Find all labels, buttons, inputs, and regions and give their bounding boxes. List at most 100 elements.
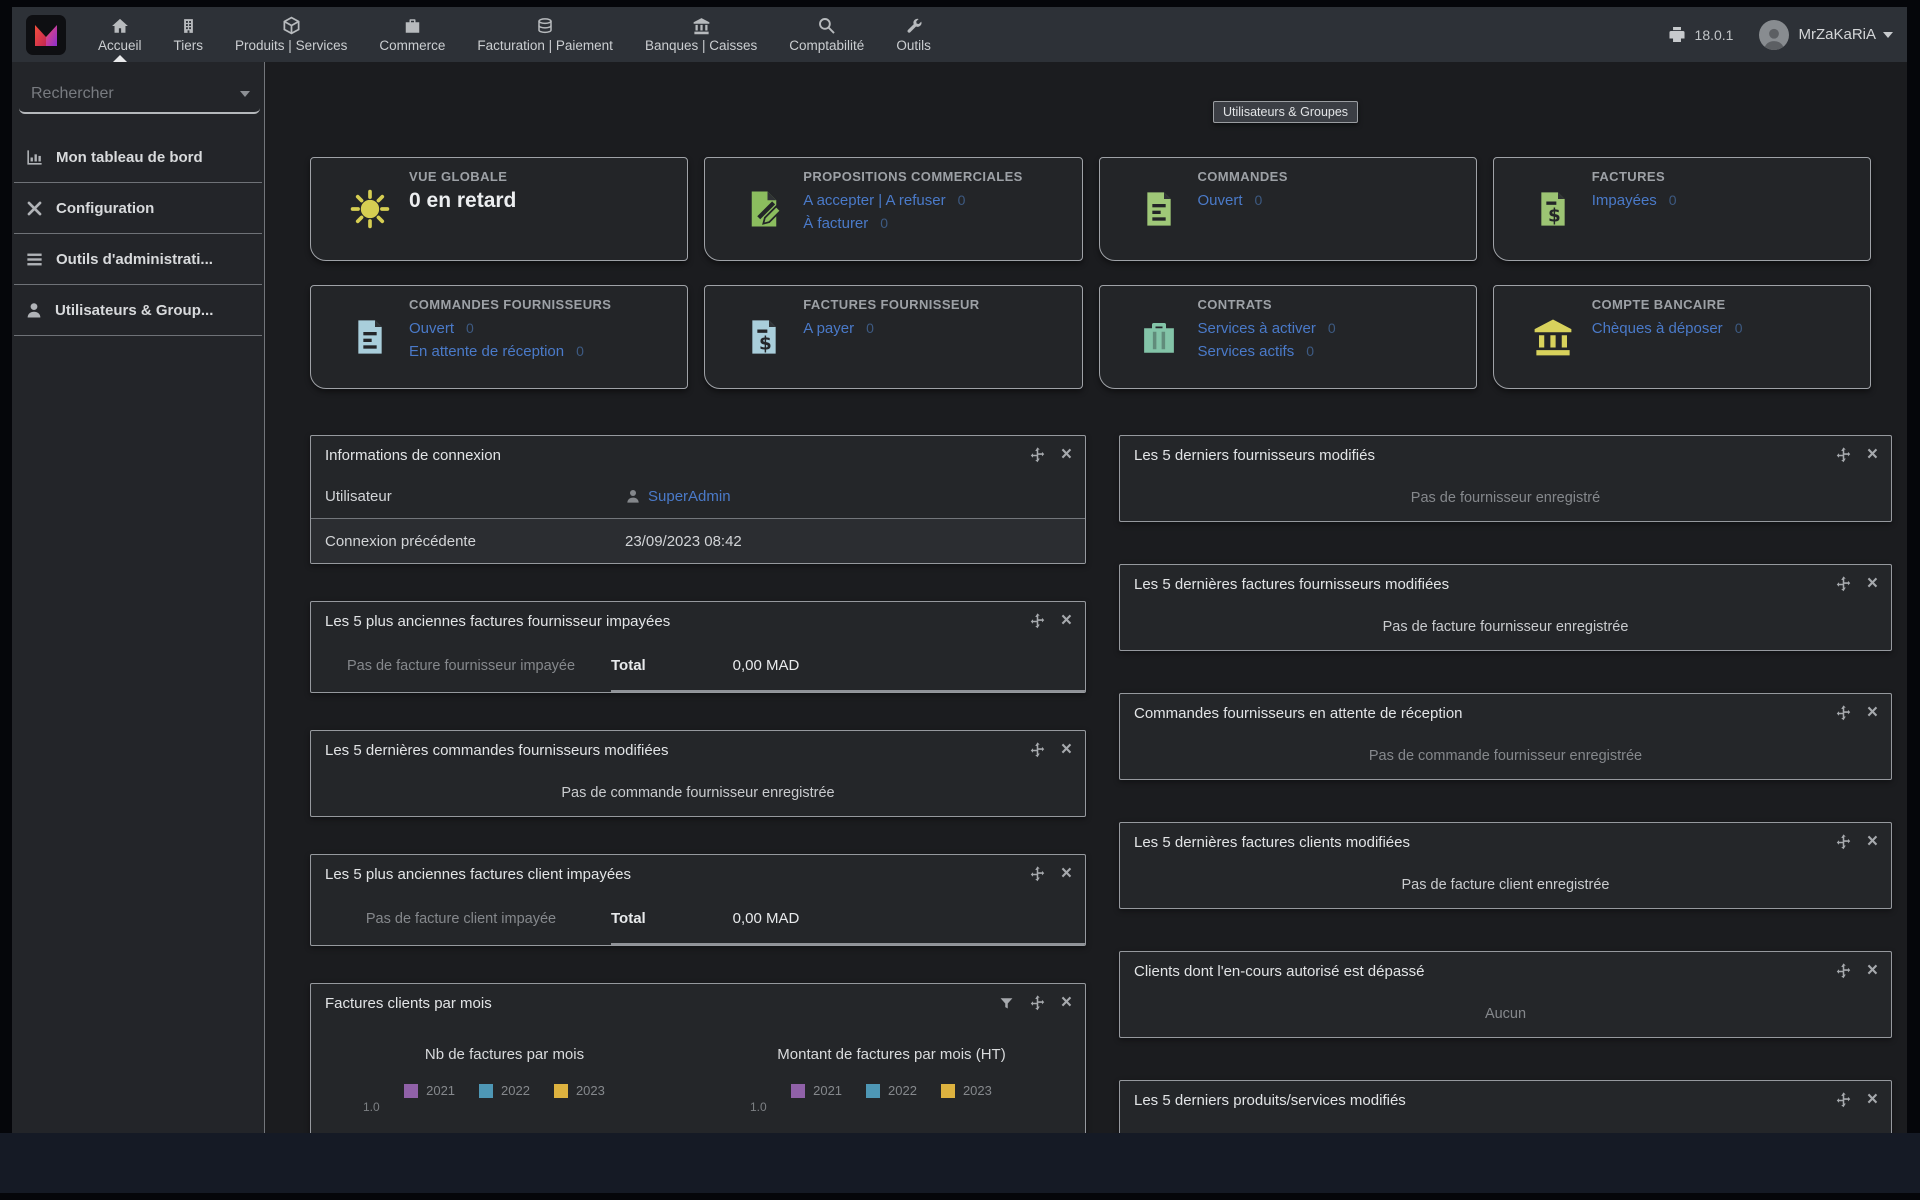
nav-item-produits-services[interactable]: Produits | Services	[219, 7, 363, 62]
close-icon[interactable]: ×	[1061, 742, 1072, 758]
move-icon[interactable]	[1029, 742, 1046, 759]
nav-item-tiers[interactable]: Tiers	[158, 7, 220, 62]
move-icon[interactable]	[1835, 576, 1852, 593]
card-link[interactable]: Ouvert	[409, 320, 454, 337]
close-icon[interactable]: ×	[1867, 963, 1878, 979]
empty-state-text: Pas de facture client impayée	[311, 911, 611, 927]
widget-clients-encours-depasse: Clients dont l'en-cours autorisé est dép…	[1119, 951, 1892, 1038]
close-icon[interactable]: ×	[1867, 705, 1878, 721]
card-link[interactable]: Services actifs	[1198, 343, 1295, 360]
widget-title: Les 5 derniers produits/services modifié…	[1134, 1092, 1835, 1109]
stat-cards: VUE GLOBALE 0 en retard PROPOSITIONS COM…	[310, 157, 1871, 389]
move-icon[interactable]	[1835, 1092, 1852, 1109]
search-input[interactable]	[29, 84, 240, 104]
list-icon	[25, 250, 44, 269]
card-count[interactable]: 0	[576, 343, 584, 359]
card-value: 0 en retard	[409, 189, 516, 212]
card-count[interactable]: 0	[1735, 320, 1743, 336]
card-count[interactable]: 0	[880, 215, 888, 231]
widget-commandes-fournisseurs-modifiees: Les 5 dernières commandes fournisseurs m…	[310, 730, 1086, 817]
close-icon[interactable]: ×	[1867, 576, 1878, 592]
card-count[interactable]: 0	[1255, 192, 1263, 208]
card-count[interactable]: 0	[866, 320, 874, 336]
nav-item-banques-caisses[interactable]: Banques | Caisses	[629, 7, 773, 62]
file-lines-icon	[1120, 189, 1198, 229]
sun-icon	[331, 187, 409, 231]
move-icon[interactable]	[1029, 995, 1046, 1012]
card-link[interactable]: Impayées	[1592, 192, 1657, 209]
move-icon[interactable]	[1029, 613, 1046, 630]
card-link[interactable]: A payer	[803, 320, 854, 337]
sidebar-item-label: Utilisateurs & Group...	[55, 302, 213, 319]
user-link[interactable]: SuperAdmin	[648, 488, 731, 505]
wrench-icon	[905, 16, 923, 35]
nav-label: Comptabilité	[789, 38, 864, 53]
close-icon[interactable]: ×	[1867, 1092, 1878, 1108]
nav-item-comptabilite[interactable]: Comptabilité	[773, 7, 880, 62]
card-title: COMMANDES	[1198, 169, 1462, 184]
total-label: Total	[611, 910, 686, 927]
move-icon[interactable]	[1835, 963, 1852, 980]
card-title: FACTURES FOURNISSEUR	[803, 297, 1067, 312]
close-icon[interactable]: ×	[1867, 834, 1878, 850]
legend-label: 2022	[888, 1083, 917, 1098]
card-link[interactable]: A accepter | A refuser	[803, 192, 945, 209]
legend-label: 2022	[501, 1083, 530, 1098]
card-link[interactable]: En attente de réception	[409, 343, 564, 360]
move-icon[interactable]	[1029, 447, 1046, 464]
card-link[interactable]: À facturer	[803, 215, 868, 232]
empty-state-text: Pas de fournisseur enregistré	[1120, 474, 1891, 521]
printer-icon[interactable]	[1667, 25, 1687, 44]
briefcase-icon	[403, 16, 422, 35]
user-icon	[625, 488, 641, 504]
card-count[interactable]: 0	[466, 320, 474, 336]
nav-label: Facturation | Paiement	[477, 38, 613, 53]
empty-state-text: Aucun	[1120, 990, 1891, 1037]
card-count[interactable]: 0	[1328, 320, 1336, 336]
card-link[interactable]: Services à activer	[1198, 320, 1316, 337]
move-icon[interactable]	[1835, 705, 1852, 722]
app-logo[interactable]	[26, 15, 66, 55]
file-dollar-icon: $	[725, 317, 803, 357]
card-count[interactable]: 0	[1669, 192, 1677, 208]
close-icon[interactable]: ×	[1061, 447, 1072, 463]
card-commandes-fournisseurs: COMMANDES FOURNISSEURS Ouvert0 En attent…	[310, 285, 688, 389]
widget-body	[1120, 1119, 1891, 1133]
nav-item-facturation-paiement[interactable]: Facturation | Paiement	[461, 7, 629, 62]
briefcase-icon	[1120, 316, 1198, 358]
nav-item-commerce[interactable]: Commerce	[363, 7, 461, 62]
nav-item-accueil[interactable]: Accueil	[82, 7, 158, 62]
card-link[interactable]: Ouvert	[1198, 192, 1243, 209]
card-count[interactable]: 0	[1306, 343, 1314, 359]
coins-icon	[536, 16, 554, 35]
sidebar-item-configuration[interactable]: Configuration	[14, 183, 262, 234]
card-propositions: PROPOSITIONS COMMERCIALES A accepter | A…	[704, 157, 1082, 261]
filter-icon[interactable]	[999, 996, 1014, 1011]
sidebar-item-admin-tools[interactable]: Outils d'administrati...	[14, 234, 262, 285]
search-caret-icon[interactable]	[240, 91, 250, 97]
sidebar-item-dashboard[interactable]: Mon tableau de bord	[14, 132, 262, 183]
move-icon[interactable]	[1835, 447, 1852, 464]
svg-text:$: $	[759, 334, 772, 355]
close-icon[interactable]: ×	[1061, 613, 1072, 629]
card-count[interactable]: 0	[958, 192, 966, 208]
sidebar-item-users-groups[interactable]: Utilisateurs & Group...	[14, 285, 262, 336]
close-icon[interactable]: ×	[1867, 447, 1878, 463]
close-icon[interactable]: ×	[1061, 866, 1072, 882]
move-icon[interactable]	[1835, 834, 1852, 851]
widget-title: Commandes fournisseurs en attente de réc…	[1134, 705, 1835, 722]
card-link[interactable]: Chèques à déposer	[1592, 320, 1723, 337]
chart-title: Montant de factures par mois (HT)	[698, 1046, 1085, 1063]
avatar[interactable]	[1759, 20, 1789, 50]
nav-item-outils[interactable]: Outils	[880, 7, 947, 62]
card-title: FACTURES	[1592, 169, 1856, 184]
svg-text:$: $	[1548, 206, 1561, 227]
chart-nb-factures: Nb de factures par mois 2021 2022 2023 1…	[311, 1046, 698, 1114]
widget-title: Les 5 dernières commandes fournisseurs m…	[325, 742, 1029, 759]
user-menu[interactable]: MrZaKaRiA	[1798, 26, 1876, 43]
sidebar-search	[19, 78, 260, 114]
close-icon[interactable]: ×	[1061, 995, 1072, 1011]
file-dollar-icon: $	[1514, 189, 1592, 229]
move-icon[interactable]	[1029, 866, 1046, 883]
chevron-down-icon[interactable]	[1883, 32, 1893, 38]
